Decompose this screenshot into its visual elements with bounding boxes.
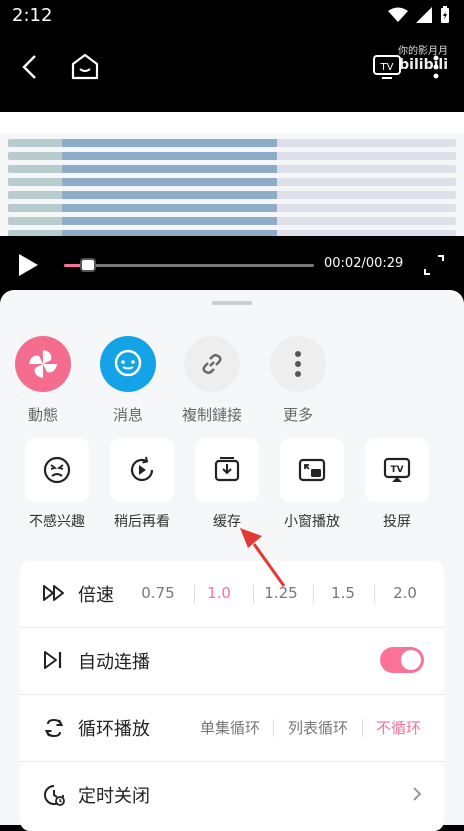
share-message-button[interactable]: 消息	[85, 336, 171, 425]
download-icon	[214, 457, 240, 482]
svg-text:TV: TV	[390, 465, 403, 475]
not-interested-button[interactable]: 不感兴趣	[14, 438, 100, 531]
chevron-right-icon	[413, 787, 422, 801]
more-vert-icon[interactable]	[432, 54, 440, 80]
svg-text:TV: TV	[380, 62, 394, 73]
tv-cast-icon[interactable]: TV	[372, 54, 402, 80]
play-icon[interactable]	[16, 252, 40, 278]
home-icon[interactable]	[70, 52, 100, 80]
timer-row[interactable]: 定时关闭	[20, 762, 444, 828]
signal-icon	[416, 7, 432, 23]
cache-download-button[interactable]: 缓存	[184, 438, 270, 531]
autoplay-title: 自动连播	[78, 652, 150, 673]
progress-fill	[64, 264, 82, 267]
time-display: 00:02/00:29	[324, 256, 404, 271]
speed-option-1.25[interactable]: 1.25	[259, 584, 303, 602]
pinwheel-icon	[29, 350, 57, 378]
speed-option-2.0[interactable]: 2.0	[383, 584, 427, 602]
speed-row: 倍速 0.75 1.0 1.25 1.5 2.0	[20, 561, 444, 627]
loop-list[interactable]: 列表循环	[288, 717, 348, 738]
fullscreen-icon[interactable]	[422, 253, 446, 277]
autoplay-toggle[interactable]	[380, 647, 424, 673]
copy-link-button[interactable]: 複制鏈接	[169, 336, 255, 425]
progress-controls: 00:02/00:29	[0, 250, 464, 280]
loop-title: 循环播放	[78, 719, 150, 740]
speed-option-1.0[interactable]: 1.0	[197, 584, 241, 602]
loop-row: 循环播放 单集循环 列表循环 不循环	[20, 695, 444, 761]
watermark: 你的影月月 bilibili	[398, 46, 448, 73]
timer-clock-icon	[44, 785, 65, 806]
fast-forward-icon	[43, 585, 64, 601]
play-next-icon	[44, 651, 62, 669]
more-button[interactable]: 更多	[255, 336, 341, 425]
speed-option-1.5[interactable]: 1.5	[321, 584, 365, 602]
more-dots-icon	[295, 351, 301, 377]
timer-title: 定时关闭	[78, 786, 150, 807]
back-icon[interactable]	[20, 54, 40, 80]
speed-title: 倍速	[78, 585, 114, 606]
mini-window-icon	[298, 458, 326, 482]
watch-later-button[interactable]: 稍后再看	[99, 438, 185, 531]
cast-tv-icon: TV	[383, 457, 411, 482]
sheet-handle[interactable]	[212, 301, 252, 305]
mini-window-button[interactable]: 小窗播放	[269, 438, 355, 531]
progress-handle[interactable]	[79, 258, 96, 272]
wifi-icon	[388, 7, 408, 22]
share-sheet: 動態 消息 複制鏈接 更多 不感兴趣 稍后再看 缓存 小窗播放 TV 投屏 倍速…	[0, 290, 464, 831]
watch-later-icon	[130, 456, 154, 482]
settings-card: 倍速 0.75 1.0 1.25 1.5 2.0 自动连播 循环播放 单集循环 …	[20, 561, 444, 831]
link-icon	[202, 354, 222, 374]
loop-icon	[44, 718, 64, 738]
status-time: 2:12	[12, 5, 53, 26]
chat-bubble-icon	[114, 349, 142, 377]
progress-bar[interactable]	[64, 258, 314, 272]
battery-icon	[441, 6, 449, 23]
dislike-face-icon	[43, 456, 71, 484]
cast-screen-button[interactable]: TV 投屏	[354, 438, 440, 531]
status-bar: 2:12	[0, 0, 464, 32]
loop-off[interactable]: 不循环	[376, 717, 421, 738]
video-player[interactable]: 你的影月月 bilibili TV 00:02/00:29	[0, 32, 464, 290]
speed-option-0.75[interactable]: 0.75	[136, 584, 180, 602]
autoplay-row: 自动连播	[20, 628, 444, 694]
share-dynamic-button[interactable]: 動態	[0, 336, 86, 425]
loop-single[interactable]: 单集循环	[200, 717, 260, 738]
video-frame	[0, 112, 464, 236]
